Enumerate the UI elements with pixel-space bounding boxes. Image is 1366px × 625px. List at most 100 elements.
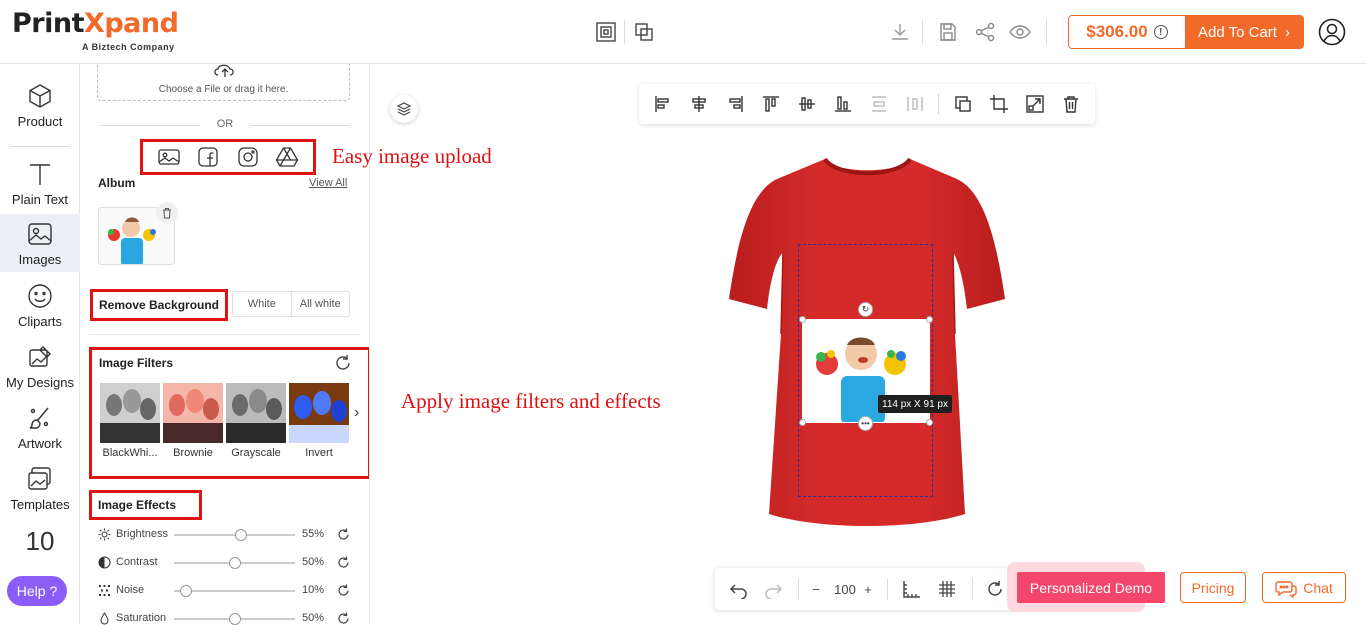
- nav-item-product[interactable]: Product: [0, 76, 80, 134]
- gallery-upload-icon[interactable]: [157, 145, 181, 169]
- zoom-out-icon[interactable]: −: [809, 579, 823, 599]
- filter-thumb-invert[interactable]: [289, 383, 349, 443]
- arrange-layers-icon[interactable]: [953, 94, 973, 114]
- filter-thumb-grayscale[interactable]: [226, 383, 286, 443]
- chat-button[interactable]: Chat: [1262, 572, 1346, 603]
- ruler-icon[interactable]: [901, 579, 921, 599]
- left-sidebar-nav: Product Plain Text Images Cliparts My De…: [0, 64, 80, 625]
- distribute-vertical-icon[interactable]: [869, 94, 889, 114]
- align-middle-icon[interactable]: [797, 94, 817, 114]
- filter-thumb-blackwhite[interactable]: [100, 383, 160, 443]
- section-divider: [90, 334, 360, 335]
- logo-text-print: Print: [12, 8, 85, 39]
- facebook-icon[interactable]: [196, 145, 220, 169]
- trash-icon[interactable]: [156, 202, 178, 224]
- remove-background-label[interactable]: Remove Background: [90, 289, 228, 321]
- tulips-photo: [226, 383, 286, 443]
- resize-handle[interactable]: [799, 316, 806, 323]
- reset-icon[interactable]: [336, 555, 351, 570]
- nav-item-templates[interactable]: Templates: [0, 459, 80, 517]
- nav-item-label: Cliparts: [17, 313, 63, 329]
- templates-icon: [28, 466, 51, 490]
- effect-slider-handle[interactable]: [228, 613, 241, 625]
- add-to-cart-button[interactable]: Add To Cart ›: [1185, 16, 1303, 48]
- price-info-icon[interactable]: !: [1153, 25, 1168, 39]
- nav-item-images[interactable]: Images: [0, 214, 80, 272]
- chevron-right-icon: ›: [1284, 23, 1290, 41]
- layers-icon[interactable]: [390, 95, 418, 123]
- chevron-right-icon[interactable]: ›: [354, 404, 359, 422]
- nav-item-label: Templates: [10, 496, 70, 512]
- or-divider: OR: [100, 118, 350, 132]
- reset-icon[interactable]: [336, 611, 351, 625]
- preview-eye-icon[interactable]: [1008, 20, 1032, 44]
- align-right-icon[interactable]: [725, 94, 745, 114]
- save-icon[interactable]: [936, 20, 960, 44]
- help-button[interactable]: Help ?: [7, 576, 67, 606]
- bg-option-all-white[interactable]: All white: [292, 292, 350, 316]
- effect-label: Saturation: [116, 612, 167, 624]
- reset-icon[interactable]: [336, 583, 351, 598]
- file-dropzone[interactable]: Choose a File or drag it here.: [97, 64, 350, 101]
- effect-slider-handle[interactable]: [180, 585, 193, 597]
- header-divider: [922, 20, 923, 44]
- rotate-icon[interactable]: ↻: [858, 302, 873, 317]
- album-title: Album: [98, 176, 136, 190]
- annotation-upload: Easy image upload: [332, 144, 492, 168]
- nav-item-plain-text[interactable]: Plain Text: [0, 154, 80, 212]
- reset-icon[interactable]: [333, 353, 353, 373]
- duplicate-icon[interactable]: [632, 20, 656, 44]
- distribute-horizontal-icon[interactable]: [905, 94, 925, 114]
- align-bottom-icon[interactable]: [833, 94, 853, 114]
- share-icon[interactable]: [973, 20, 997, 44]
- align-left-icon[interactable]: [653, 94, 673, 114]
- google-drive-icon[interactable]: [275, 145, 299, 169]
- align-top-icon[interactable]: [761, 94, 781, 114]
- logo-wordmark: PrintXpand: [12, 8, 179, 39]
- effect-slider-track[interactable]: [174, 590, 295, 592]
- price-display[interactable]: $306.00 !: [1069, 16, 1185, 48]
- resize-handle[interactable]: [926, 419, 933, 426]
- add-to-cart-label: Add To Cart: [1198, 23, 1277, 41]
- nav-item-my-designs[interactable]: My Designs: [0, 337, 80, 395]
- resize-handle[interactable]: [926, 316, 933, 323]
- align-center-icon[interactable]: [689, 94, 709, 114]
- object-toolbar: [639, 84, 1095, 124]
- resize-handle[interactable]: [799, 419, 806, 426]
- nav-item-label: Images: [18, 251, 62, 267]
- logo[interactable]: PrintXpand A Biztech Company: [12, 6, 187, 56]
- more-options-icon[interactable]: •••: [858, 416, 873, 431]
- crop-icon[interactable]: [989, 94, 1009, 114]
- effect-label: Noise: [116, 584, 145, 596]
- reset-icon[interactable]: [336, 527, 351, 542]
- effect-slider-handle[interactable]: [228, 557, 241, 569]
- text-icon: [30, 163, 50, 185]
- nav-item-artwork[interactable]: Artwork: [0, 398, 80, 456]
- resize-icon[interactable]: [1025, 94, 1045, 114]
- effect-label: Brightness: [116, 528, 168, 540]
- nav-item-label: My Designs: [6, 374, 74, 390]
- view-all-link[interactable]: View All: [309, 177, 347, 189]
- pricing-button[interactable]: Pricing: [1180, 572, 1246, 603]
- personalized-demo-button[interactable]: Personalized Demo: [1017, 572, 1165, 603]
- trash-icon[interactable]: [1061, 94, 1081, 114]
- dropzone-text: Choose a File or drag it here.: [158, 84, 289, 95]
- nav-divider: [10, 146, 70, 147]
- download-icon[interactable]: [888, 20, 912, 44]
- bg-option-white[interactable]: White: [233, 292, 292, 316]
- grid-icon[interactable]: [937, 579, 957, 599]
- user-account-icon[interactable]: [1318, 18, 1346, 46]
- undo-icon[interactable]: [729, 579, 749, 599]
- effect-slider-handle[interactable]: [234, 529, 247, 541]
- instagram-icon[interactable]: [236, 145, 260, 169]
- preview-front-icon[interactable]: [594, 20, 618, 44]
- image-icon: [28, 222, 52, 245]
- refresh-icon[interactable]: [985, 579, 1005, 599]
- redo-icon[interactable]: [763, 579, 783, 599]
- toolbar-divider: [887, 578, 888, 600]
- zoom-in-icon[interactable]: +: [861, 579, 875, 599]
- nav-item-label: Artwork: [17, 435, 63, 451]
- filter-thumb-brownie[interactable]: [163, 383, 223, 443]
- top-header: PrintXpand A Biztech Company $306.00 ! A…: [0, 0, 1366, 64]
- nav-item-cliparts[interactable]: Cliparts: [0, 276, 80, 334]
